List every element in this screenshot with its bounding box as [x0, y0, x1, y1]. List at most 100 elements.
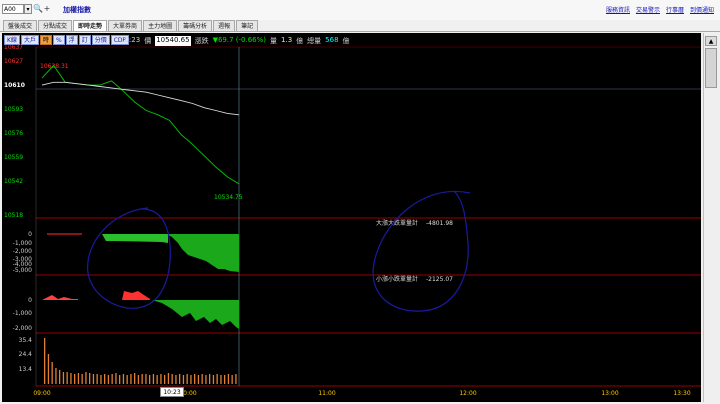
- symbol-input[interactable]: A00: [2, 4, 24, 14]
- tab-major-map[interactable]: 主力地圖: [143, 20, 178, 31]
- chevron-down-icon[interactable]: ▾: [24, 4, 32, 14]
- tab-bar: 盤後成交 分點成交 即時走勢 大單券商 主力地圖 籌碼分析 週報 筆記: [0, 20, 720, 32]
- time-axis-1330: 13:30: [673, 390, 690, 397]
- large-order-value: -4801.98: [426, 220, 453, 227]
- volume-bar: [66, 372, 68, 384]
- volume-bar: [224, 375, 226, 384]
- volume-unit: 億: [296, 37, 304, 45]
- volume-bar: [62, 372, 65, 384]
- small-axis-0: 0: [28, 297, 32, 304]
- volume-bar: [104, 374, 106, 384]
- volume-bar: [205, 375, 207, 384]
- vertical-scrollbar[interactable]: [703, 33, 720, 402]
- volume-label: 量: [270, 37, 278, 45]
- link-service-info[interactable]: 服務資訊: [606, 5, 630, 14]
- volume-bar: [74, 374, 76, 384]
- volume-bar: [107, 375, 110, 384]
- volume-bar: [186, 374, 188, 384]
- volume-bar: [149, 375, 151, 384]
- volume-bar: [235, 374, 237, 384]
- small-order-up-mid: [122, 291, 150, 300]
- chart-svg: 1063710627106101059310576105591054210518…: [4, 44, 701, 397]
- volume-bar: [201, 374, 203, 384]
- chart-toolbar: K線 大戶 時 % 浮 訂 分價 CDP: [4, 35, 130, 46]
- link-calendar[interactable]: 行事曆: [666, 5, 684, 14]
- order-button[interactable]: 訂: [78, 35, 91, 45]
- volume-bar: [100, 375, 102, 384]
- intraday-chart[interactable]: 10637 10627 10610 10593 10576 10559 10542 10518…: [2, 33, 701, 402]
- quote-time: 10:23: [120, 36, 141, 44]
- top-links: 服務資訊 交易警示 行事曆 到價通知: [606, 5, 714, 14]
- time-button[interactable]: 時: [39, 35, 52, 45]
- quote-bar: 10:23 價 10540.65 漲跌 ▼69.7 (-0.66%) 量 1.3…: [120, 36, 350, 46]
- volume-bar: [137, 375, 140, 384]
- link-trade-alert[interactable]: 交易警示: [636, 5, 660, 14]
- volume-axis-0: 35.4: [19, 337, 33, 344]
- add-icon[interactable]: +: [43, 4, 51, 14]
- tab-after-hours[interactable]: 盤後成交: [3, 20, 38, 31]
- change-value: ▼69.7 (-0.66%): [212, 36, 267, 44]
- search-icon[interactable]: 🔍: [33, 4, 43, 14]
- big-player-button[interactable]: 大戶: [20, 35, 39, 45]
- kline-button[interactable]: K線: [4, 35, 20, 45]
- volume-axis-1: 24.4: [19, 351, 33, 358]
- volume-bar: [227, 374, 230, 384]
- tab-weekly[interactable]: 週報: [213, 20, 236, 31]
- volume-bar: [130, 374, 132, 384]
- price-tick-5: 10559: [4, 154, 23, 161]
- index-title: 加權指數: [63, 6, 91, 14]
- time-axis-1100: 11:00: [318, 390, 335, 397]
- volume-bar: [194, 374, 196, 384]
- float-button[interactable]: 浮: [65, 35, 78, 45]
- small-order-label: 小漲小跌單量計: [376, 275, 418, 283]
- annotation-circle-right: [372, 190, 471, 312]
- price-distribution-button[interactable]: 分價: [91, 35, 110, 45]
- volume-bar: [190, 375, 192, 384]
- volume-bar: [145, 374, 147, 384]
- volume-bar: [51, 362, 53, 384]
- volume-bar: [152, 374, 155, 384]
- large-order-area-early: [102, 234, 168, 243]
- volume-bar: [111, 374, 113, 384]
- volume-bar: [212, 375, 215, 384]
- volume-bar: [89, 373, 91, 384]
- time-axis-1300: 13:00: [601, 390, 618, 397]
- tab-broker-trades[interactable]: 分點成交: [38, 20, 73, 31]
- volume-bar: [115, 373, 117, 384]
- large-axis-2: -2,000: [13, 248, 33, 255]
- small-axis-2: -2,000: [13, 325, 33, 332]
- volume-bar: [59, 370, 61, 384]
- link-price-alert[interactable]: 到價通知: [690, 5, 714, 14]
- volume-bar: [70, 373, 72, 384]
- volume-bar: [167, 373, 170, 384]
- tab-large-brokers[interactable]: 大單券商: [108, 20, 143, 31]
- volume-bar: [231, 375, 233, 384]
- volume-axis-2: 13.4: [19, 366, 33, 373]
- small-order-down-area: [152, 300, 239, 329]
- volume-bar: [164, 375, 166, 384]
- price-tick-4: 10576: [4, 130, 23, 137]
- price-tick-7: 10518: [4, 212, 23, 219]
- large-axis-1: -1,000: [13, 240, 33, 247]
- scroll-thumb[interactable]: [705, 48, 717, 88]
- tab-notes[interactable]: 筆記: [236, 20, 259, 31]
- tab-chip-analysis[interactable]: 籌碼分析: [178, 20, 213, 31]
- percent-button[interactable]: %: [52, 35, 65, 45]
- scroll-up-icon[interactable]: ▲: [705, 36, 717, 46]
- volume-bar: [81, 374, 83, 384]
- volume-bar: [77, 373, 80, 384]
- volume-bar: [220, 375, 222, 384]
- volume-bar: [85, 372, 87, 384]
- change-label: 漲跌: [194, 37, 209, 45]
- cursor-time-label: 10:23: [160, 387, 184, 397]
- price-label: 價: [144, 37, 152, 45]
- small-order-up-early: [42, 295, 78, 300]
- large-axis-5: -5,000: [13, 267, 33, 274]
- total-value: 568: [325, 36, 339, 44]
- price-tick-1: 10627: [4, 58, 23, 65]
- tab-realtime[interactable]: 即時走勢: [73, 20, 108, 31]
- volume-bar: [126, 375, 128, 384]
- volume-bar: [96, 374, 98, 384]
- volume-bar: [55, 368, 57, 384]
- volume-bar: [122, 374, 125, 384]
